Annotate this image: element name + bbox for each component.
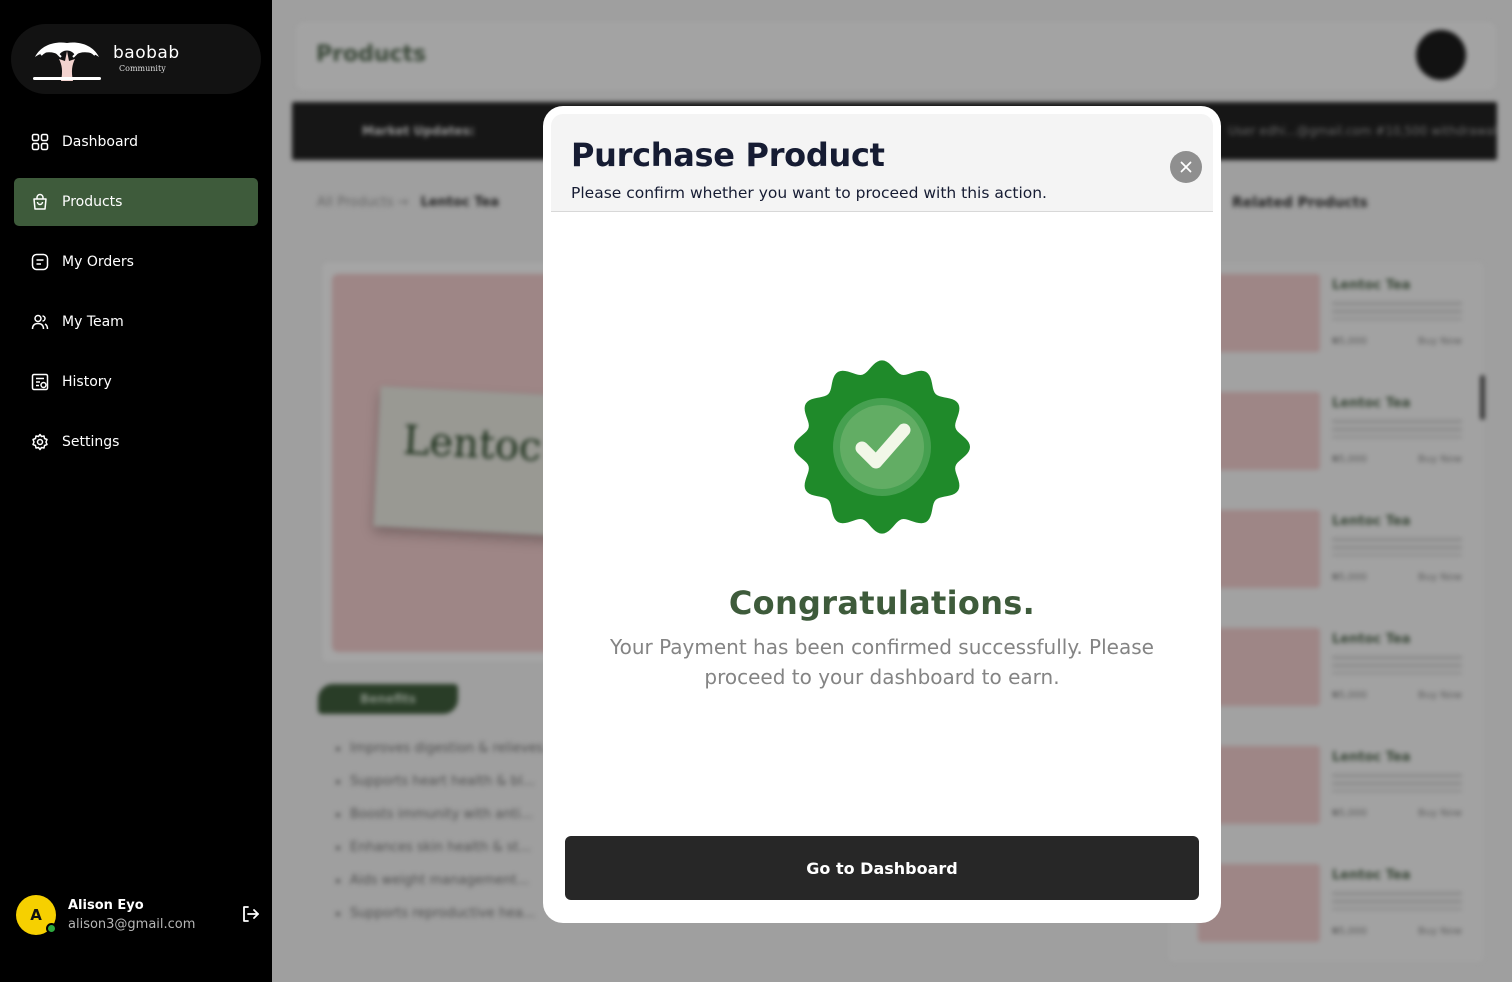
sidebar-item-label: Dashboard xyxy=(62,134,138,150)
purchase-product-modal: Purchase Product Please confirm whether … xyxy=(543,106,1221,923)
brand-tagline: Community xyxy=(119,64,166,73)
sidebar: baobab Community Dashboard Products My O… xyxy=(0,0,272,982)
sidebar-item-dashboard[interactable]: Dashboard xyxy=(14,118,258,166)
user-name: Alison Eyo xyxy=(68,898,144,913)
sidebar-item-label: Products xyxy=(62,194,123,210)
user-profile: A Alison Eyo alison3@gmail.com xyxy=(16,894,264,936)
sidebar-item-label: Settings xyxy=(62,434,120,450)
sidebar-item-settings[interactable]: Settings xyxy=(14,418,258,466)
orders-icon xyxy=(31,253,49,271)
baobab-tree-icon xyxy=(33,42,101,81)
go-to-dashboard-button[interactable]: Go to Dashboard xyxy=(565,836,1199,900)
avatar-initial: A xyxy=(30,906,42,924)
brand-name: baobab xyxy=(113,43,180,63)
grid-icon xyxy=(31,133,49,151)
sidebar-item-my-orders[interactable]: My Orders xyxy=(14,238,258,286)
success-heading: Congratulations. xyxy=(728,584,1036,622)
close-icon xyxy=(1180,161,1192,173)
sidebar-item-history[interactable]: History xyxy=(14,358,258,406)
close-button[interactable] xyxy=(1170,151,1202,183)
avatar[interactable]: A xyxy=(16,895,57,935)
sidebar-item-label: My Orders xyxy=(62,254,134,270)
check-badge-icon xyxy=(794,360,970,534)
sidebar-nav: Dashboard Products My Orders My Team His… xyxy=(14,118,258,478)
success-message: Your Payment has been confirmed successf… xyxy=(610,635,1154,689)
modal-subtitle: Please confirm whether you want to proce… xyxy=(571,184,1047,202)
modal-header: Purchase Product Please confirm whether … xyxy=(551,114,1213,212)
logout-icon[interactable] xyxy=(240,904,260,924)
gear-icon xyxy=(32,433,48,451)
team-icon xyxy=(31,314,49,330)
shopping-bag-icon xyxy=(33,193,47,210)
sidebar-item-my-team[interactable]: My Team xyxy=(14,298,258,346)
sidebar-item-label: My Team xyxy=(62,314,124,330)
online-status-dot xyxy=(46,923,57,934)
modal-title: Purchase Product xyxy=(571,136,885,174)
sidebar-item-label: History xyxy=(62,374,112,390)
brand-logo[interactable]: baobab Community xyxy=(11,24,261,94)
sidebar-item-products[interactable]: Products xyxy=(14,178,258,226)
history-icon xyxy=(31,373,49,391)
user-email: alison3@gmail.com xyxy=(68,917,196,932)
